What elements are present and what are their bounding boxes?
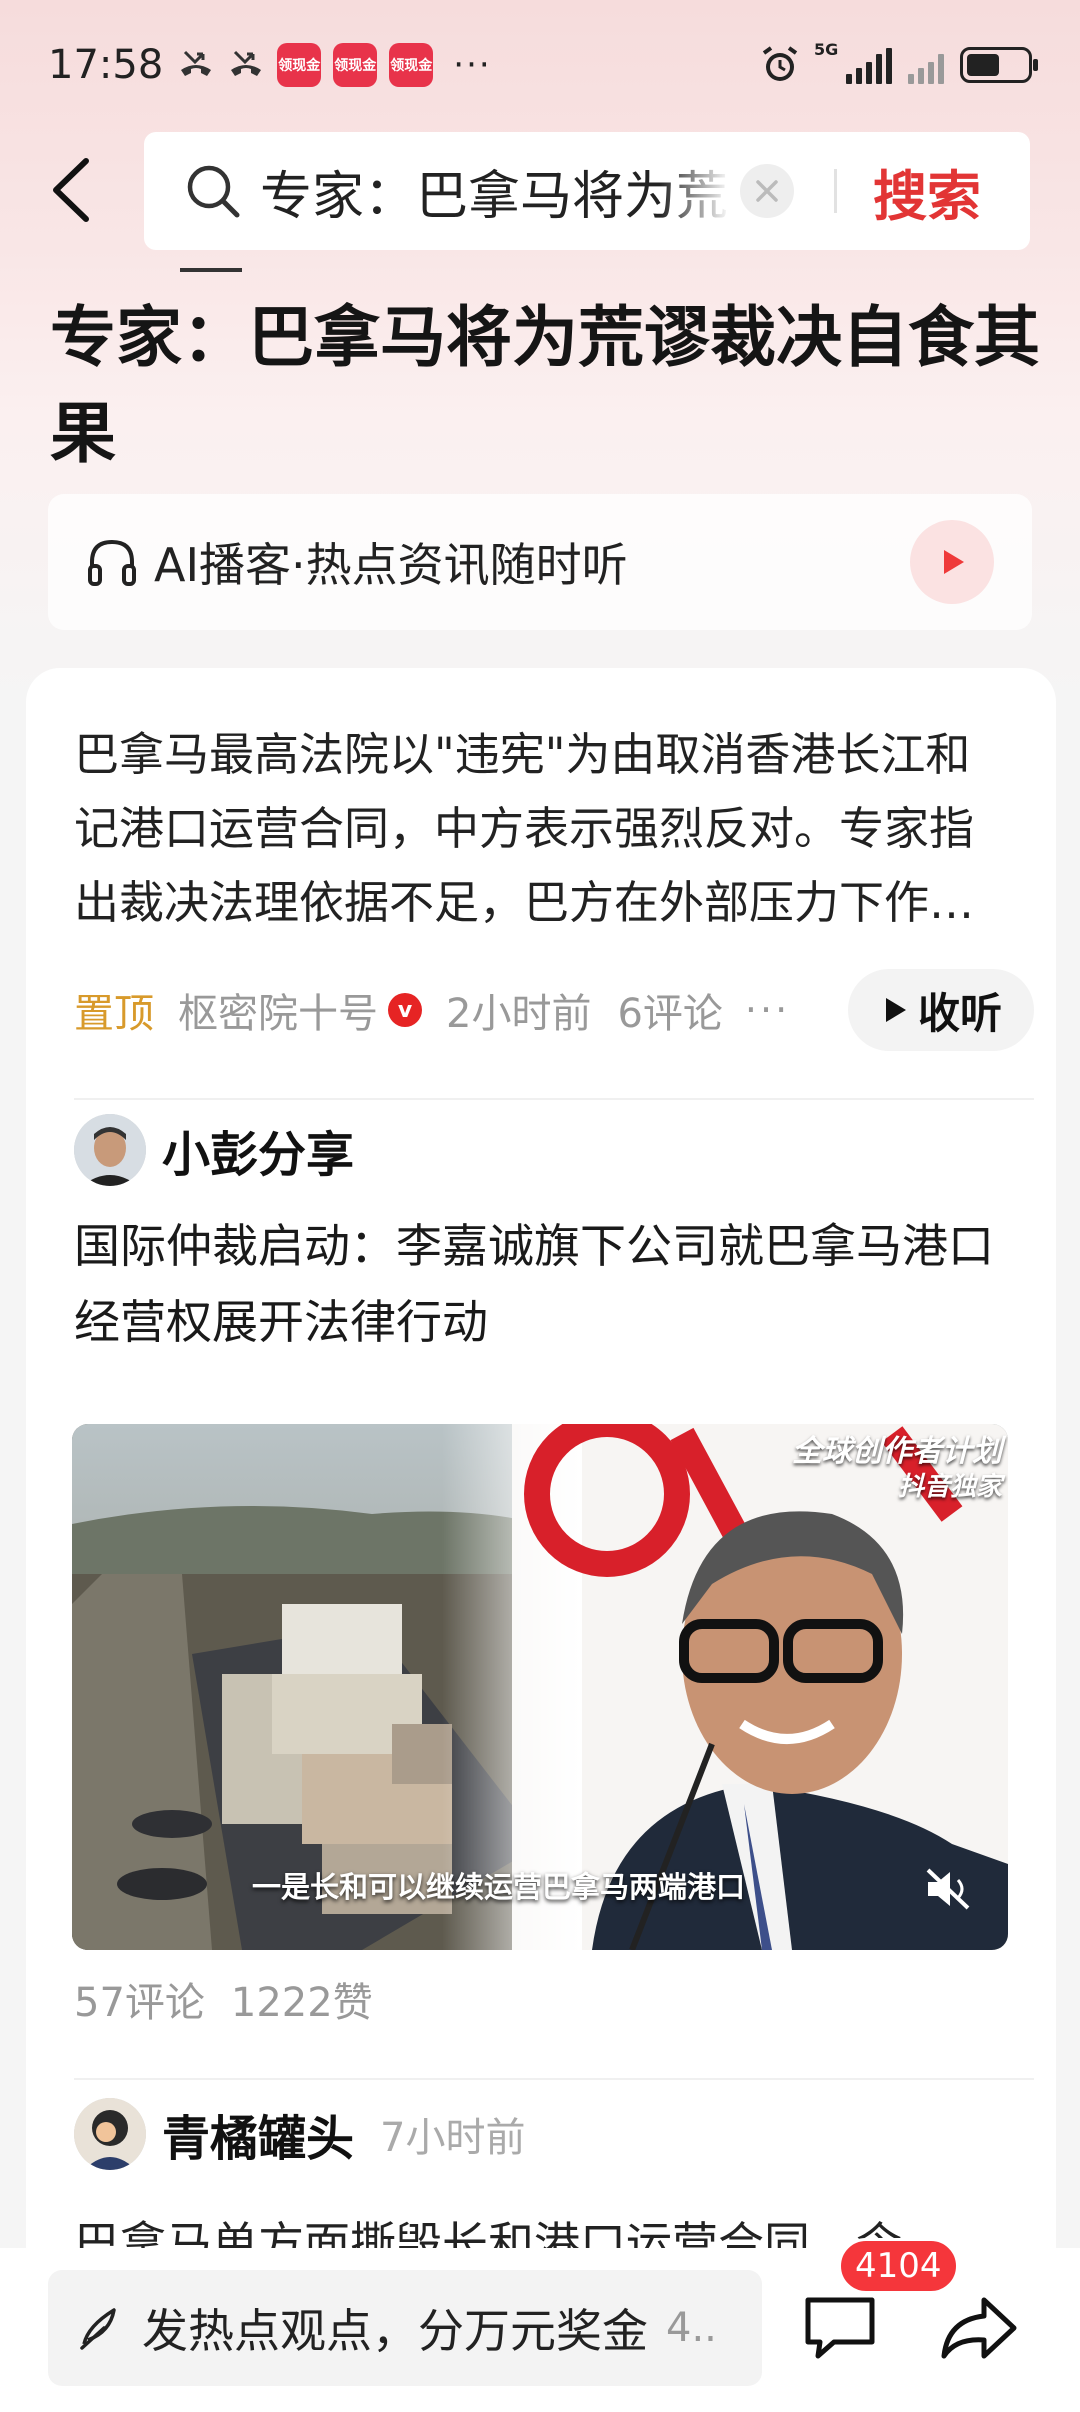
author-name[interactable]: 小彭分享 xyxy=(162,1115,354,1185)
avatar[interactable] xyxy=(74,1114,146,1186)
status-time: 17:58 xyxy=(48,42,164,88)
bottom-action-bar: 发热点观点，分万元奖金 4.. 4104 xyxy=(0,2238,1080,2412)
more-options-icon[interactable]: ··· xyxy=(745,988,790,1032)
summary-text[interactable]: 巴拿马最高法院以"违宪"为由取消香港长江和记港口运营合同，中方表示强烈反对。专家… xyxy=(74,718,1014,940)
status-right: 5G xyxy=(760,40,1038,85)
comment-placeholder: 发热点观点，分万元奖金 xyxy=(142,2304,648,2358)
close-icon xyxy=(756,180,778,202)
headphones-icon xyxy=(88,539,136,586)
cellular-signal-2-icon xyxy=(908,46,944,84)
missed-call-icon xyxy=(181,50,212,76)
divider xyxy=(74,1098,1034,1100)
app-notification-icon: 领现金 xyxy=(277,43,322,87)
search-bar[interactable]: 专家：巴拿马将为荒谬裁决自食其果 搜索 xyxy=(144,132,1030,250)
video-watermark: 全球创作者计划 xyxy=(792,1434,1002,1469)
post-stats: 57评论 1222赞 xyxy=(74,1970,373,2028)
search-divider xyxy=(834,169,837,213)
divider xyxy=(74,2078,1034,2080)
battery-level xyxy=(967,54,999,76)
search-button[interactable]: 搜索 xyxy=(873,152,981,231)
source-name[interactable]: 枢密院十号 xyxy=(178,981,378,1039)
article-title: 专家：巴拿马将为荒谬裁决自食其果 xyxy=(50,299,1040,472)
author-name[interactable]: 青橘罐头 xyxy=(162,2099,354,2169)
mute-icon[interactable] xyxy=(922,1864,976,1914)
avatar[interactable] xyxy=(74,2098,146,2170)
app-notification-icon: 领现金 xyxy=(389,43,434,87)
chevron-left-icon xyxy=(53,158,89,222)
app-notification-icon: 领现金 xyxy=(333,43,378,87)
post-title[interactable]: 国际仲裁启动：李嘉诚旗下公司就巴拿马港口经营权展开法律行动 xyxy=(74,1208,1034,1360)
post-author-row[interactable]: 小彭分享 xyxy=(74,1110,354,1190)
post-like-count[interactable]: 1222赞 xyxy=(231,1970,373,2028)
notification-icons: 领现金 领现金 领现金 ··· xyxy=(177,43,491,87)
clear-search-button[interactable] xyxy=(740,164,794,218)
video-thumbnail[interactable]: 全球创作者计划 抖音独家 一是长和可以继续运营巴拿马两端港口 xyxy=(72,1424,1008,1950)
content-card: 巴拿马最高法院以"违宪"为由取消香港长江和记港口运营合同，中方表示强烈反对。专家… xyxy=(26,668,1056,2412)
comment-count[interactable]: 6评论 xyxy=(617,981,722,1039)
comment-placeholder-suffix: 4.. xyxy=(666,2305,717,2351)
listen-label: 收听 xyxy=(917,988,1002,1038)
post-comment-count[interactable]: 57评论 xyxy=(74,1970,205,2028)
publish-time: 2小时前 xyxy=(446,991,592,1037)
share-icon[interactable] xyxy=(936,2290,1020,2366)
video-subtitle: 一是长和可以继续运营巴拿马两端港口 xyxy=(252,1870,746,1904)
battery-icon xyxy=(960,47,1038,83)
publish-time: 7小时前 xyxy=(380,2115,526,2161)
status-bar: 17:58 领现金 领现金 领现金 ··· 5G xyxy=(0,0,1080,130)
missed-call-icon xyxy=(231,50,262,76)
summary-meta: 置顶 枢密院十号 v 2小时前 6评论 ··· 收听 xyxy=(74,968,1034,1052)
pinned-tag: 置顶 xyxy=(74,991,154,1037)
search-input[interactable]: 专家：巴拿马将为荒谬裁决自食其果 xyxy=(260,154,730,229)
post-author-row[interactable]: 青橘罐头 7小时前 xyxy=(74,2094,525,2174)
tab-indicator xyxy=(180,268,242,272)
podcast-play-button[interactable] xyxy=(910,520,994,604)
comment-input[interactable]: 发热点观点，分万元奖金 4.. xyxy=(48,2270,762,2386)
search-icon xyxy=(187,165,240,218)
back-button[interactable] xyxy=(40,150,100,230)
podcast-label: AI播客·热点资讯随时听 xyxy=(154,538,628,592)
video-watermark: 抖音独家 xyxy=(897,1472,1002,1502)
comment-count-badge: 4104 xyxy=(838,2238,959,2294)
play-icon xyxy=(885,998,906,1022)
alarm-icon xyxy=(762,46,798,81)
play-icon xyxy=(944,550,964,574)
comments-button[interactable] xyxy=(800,2290,880,2366)
verified-icon: v xyxy=(388,993,422,1027)
more-notifications-icon: ··· xyxy=(453,45,492,85)
pen-icon xyxy=(80,2308,116,2350)
listen-button[interactable]: 收听 xyxy=(848,969,1034,1051)
cellular-signal-icon: 5G xyxy=(814,40,892,84)
ai-podcast-bar[interactable]: AI播客·热点资讯随时听 xyxy=(48,494,1032,630)
